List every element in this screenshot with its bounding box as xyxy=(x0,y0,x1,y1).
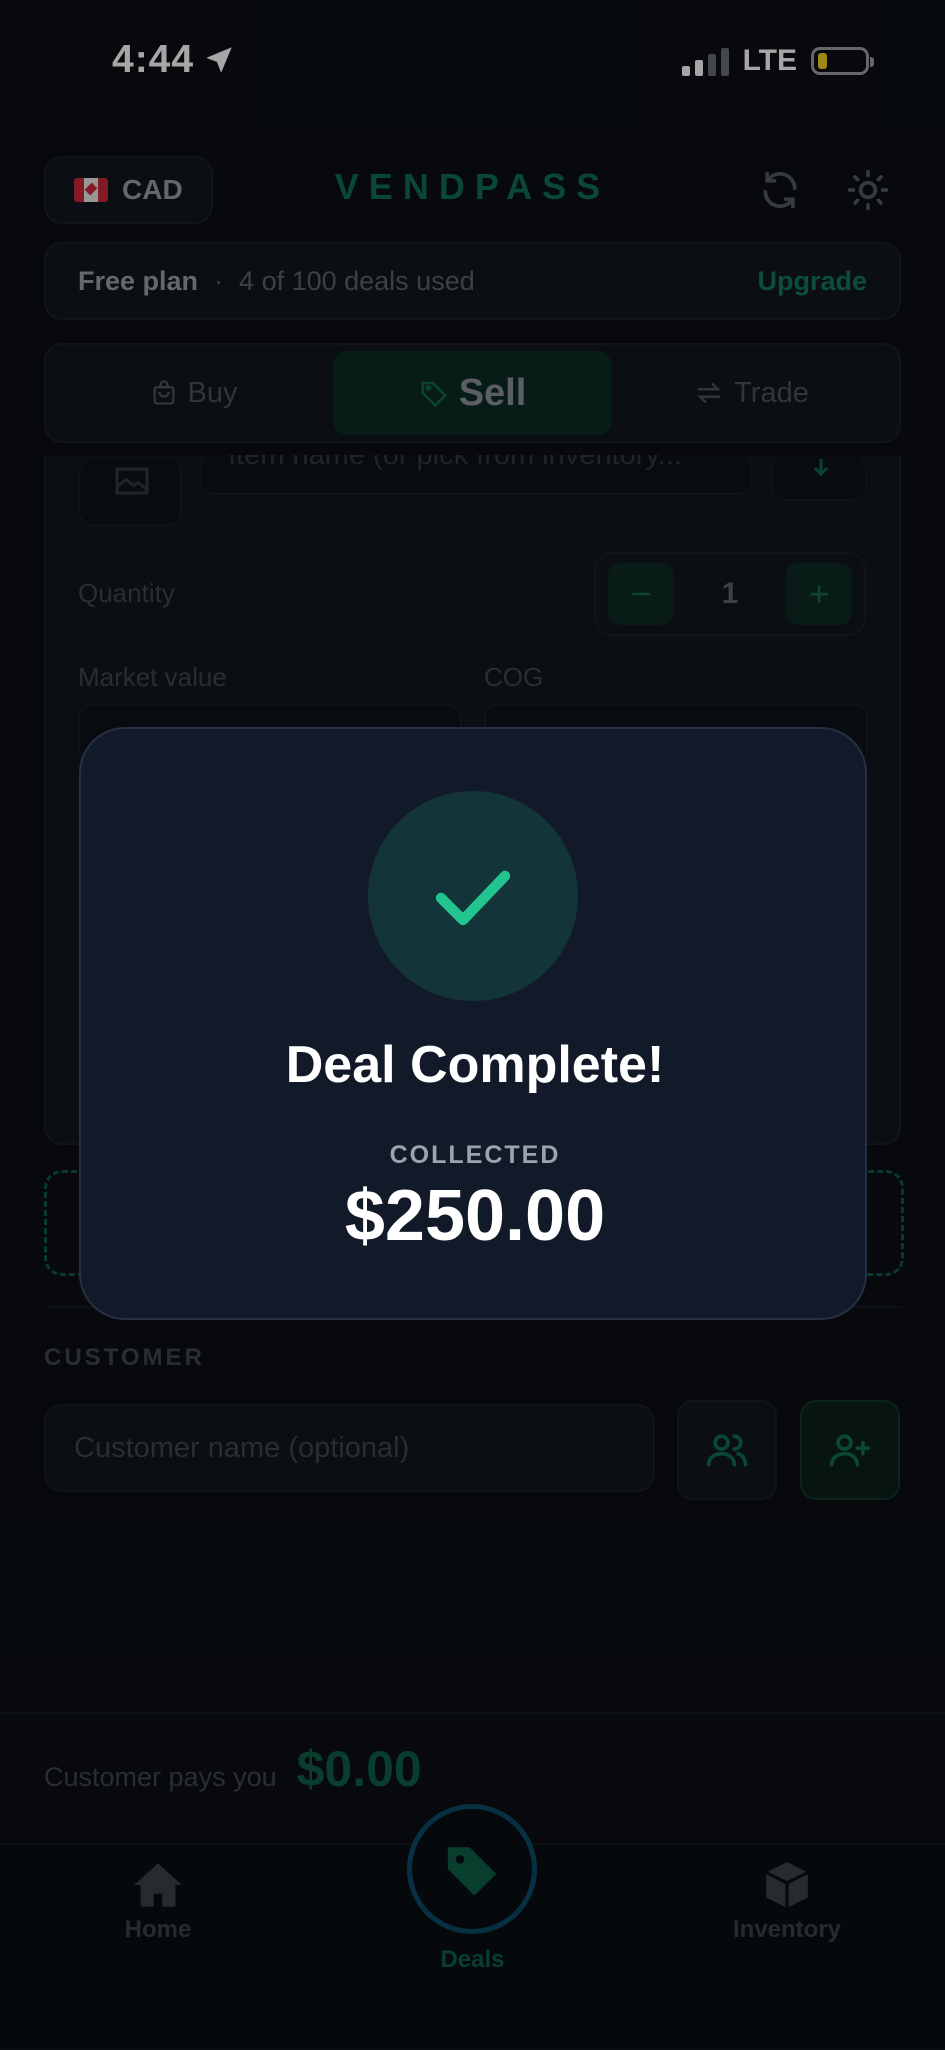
deal-complete-modal: Deal Complete! COLLECTED $250.00 xyxy=(79,727,867,1320)
checkmark-icon xyxy=(435,870,511,926)
collected-amount: $250.00 xyxy=(344,1176,606,1256)
modal-title: Deal Complete! xyxy=(285,1036,665,1094)
success-badge xyxy=(368,791,578,1001)
collected-label: COLLECTED xyxy=(389,1141,561,1169)
